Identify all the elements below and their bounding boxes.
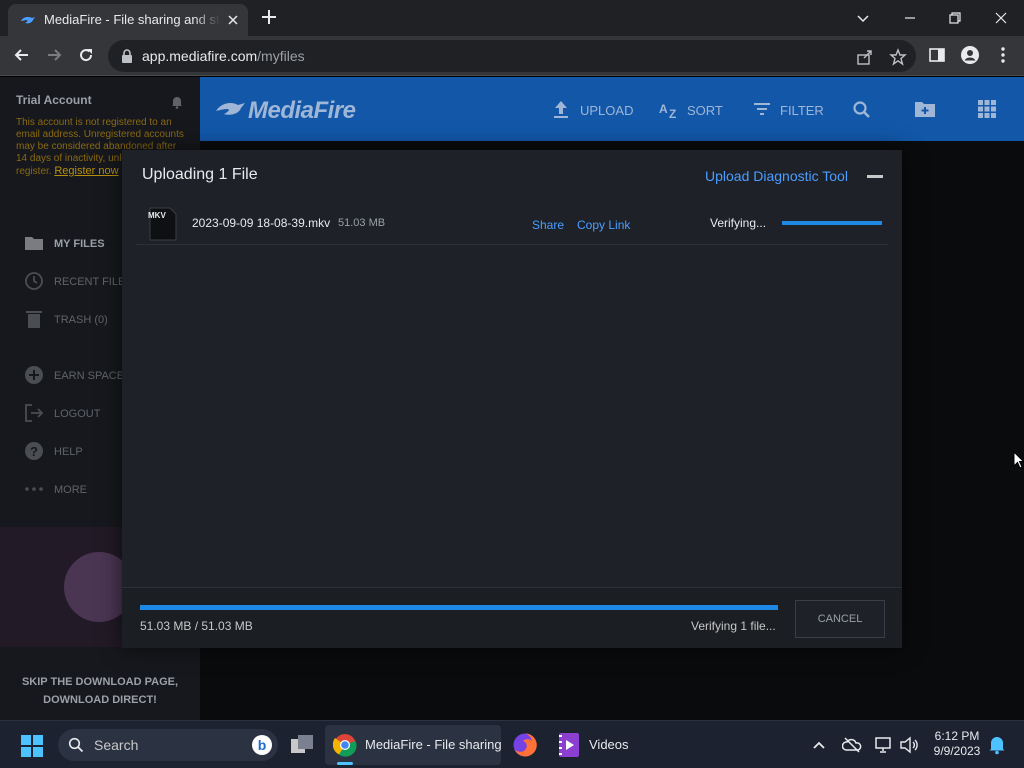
total-progress-bar bbox=[140, 605, 778, 610]
forward-arrow-icon[interactable] bbox=[44, 45, 64, 65]
transferred-size: 51.03 MB / 51.03 MB bbox=[140, 619, 253, 633]
total-progress-fill bbox=[140, 605, 778, 610]
search-icon bbox=[68, 737, 84, 753]
svg-text:?: ? bbox=[30, 444, 38, 459]
taskbar-app-videos[interactable]: Videos bbox=[550, 725, 650, 765]
tab-title: MediaFire - File sharing and storage bbox=[44, 12, 220, 27]
sort-button[interactable]: AZ SORT bbox=[659, 99, 725, 121]
url-text: app.mediafire.com/myfiles bbox=[142, 48, 305, 64]
windows-taskbar: Search b MediaFire - File sharing Videos… bbox=[0, 720, 1024, 768]
clock-icon bbox=[24, 271, 44, 291]
taskbar-app-chrome[interactable]: MediaFire - File sharing bbox=[325, 725, 502, 765]
bell-icon[interactable] bbox=[170, 95, 184, 109]
mediafire-logo[interactable]: MediaFire bbox=[248, 97, 356, 125]
filter-button[interactable]: FILTER bbox=[752, 99, 824, 121]
grid-view-icon[interactable] bbox=[978, 100, 996, 118]
account-title: Trial Account bbox=[16, 93, 92, 107]
file-progress-bar bbox=[782, 221, 882, 225]
file-progress-fill bbox=[782, 221, 882, 225]
folder-icon bbox=[24, 233, 44, 253]
mkv-file-icon: MKV bbox=[146, 206, 180, 242]
address-bar[interactable]: app.mediafire.com/myfiles bbox=[108, 40, 916, 72]
browser-menu-icon[interactable] bbox=[993, 45, 1013, 65]
new-tab-icon[interactable] bbox=[260, 8, 278, 26]
svg-text:MKV: MKV bbox=[148, 211, 166, 220]
filter-icon bbox=[752, 99, 772, 119]
mediafire-favicon-icon bbox=[20, 12, 36, 28]
onedrive-offline-icon[interactable] bbox=[842, 735, 862, 755]
upload-dialog-title: Uploading 1 File bbox=[142, 166, 258, 183]
close-window-icon[interactable] bbox=[989, 6, 1013, 30]
upload-button[interactable]: UPLOAD bbox=[552, 99, 633, 121]
task-view-icon[interactable] bbox=[289, 733, 315, 757]
plus-circle-icon bbox=[24, 365, 44, 385]
upload-dialog: Uploading 1 File Upload Diagnostic Tool … bbox=[122, 150, 902, 648]
system-clock[interactable]: 6:12 PM 9/9/2023 bbox=[930, 729, 984, 759]
windows-start-icon[interactable] bbox=[20, 734, 44, 758]
browser-toolbar: app.mediafire.com/myfiles bbox=[0, 36, 1024, 76]
mediafire-header: MediaFire UPLOAD AZ SORT FILTER bbox=[200, 77, 1024, 141]
search-icon[interactable] bbox=[852, 100, 872, 120]
more-icon bbox=[24, 479, 44, 499]
new-folder-icon[interactable] bbox=[914, 99, 936, 119]
active-app-indicator bbox=[337, 762, 353, 765]
mediafire-logo-icon bbox=[216, 97, 246, 119]
minimize-window-icon[interactable] bbox=[898, 6, 922, 30]
minimize-dialog-button[interactable] bbox=[867, 175, 883, 178]
upload-file-row: MKV 2023-09-09 18-08-39.mkv 51.03 MB Sha… bbox=[136, 200, 888, 245]
mouse-cursor-icon bbox=[1013, 451, 1024, 469]
file-status: Verifying... bbox=[710, 216, 767, 230]
reload-icon[interactable] bbox=[76, 45, 96, 65]
side-panel-icon[interactable] bbox=[928, 46, 946, 64]
copy-link[interactable]: Copy Link bbox=[577, 218, 630, 232]
bing-icon[interactable]: b bbox=[251, 734, 273, 756]
svg-text:A: A bbox=[659, 102, 668, 116]
back-arrow-icon[interactable] bbox=[12, 45, 32, 65]
network-icon[interactable] bbox=[874, 735, 894, 755]
register-link[interactable]: Register now bbox=[54, 165, 118, 177]
share-page-icon[interactable] bbox=[856, 48, 874, 66]
trash-icon bbox=[24, 309, 44, 329]
notification-bell-icon[interactable] bbox=[988, 735, 1006, 755]
chrome-icon bbox=[333, 733, 357, 757]
upload-dialog-footer: 51.03 MB / 51.03 MB Verifying 1 file... … bbox=[122, 587, 902, 648]
upload-icon bbox=[552, 99, 570, 119]
clock-date: 9/9/2023 bbox=[933, 744, 981, 758]
help-icon: ? bbox=[24, 441, 44, 461]
clock-time: 6:12 PM bbox=[934, 729, 980, 743]
share-link[interactable]: Share bbox=[532, 218, 564, 232]
close-tab-icon[interactable] bbox=[226, 13, 240, 27]
tab-search-chevron-icon[interactable] bbox=[851, 6, 875, 30]
profile-avatar-icon[interactable] bbox=[960, 45, 980, 65]
upload-diagnostic-tool-link[interactable]: Upload Diagnostic Tool bbox=[705, 168, 848, 184]
cancel-button[interactable]: CANCEL bbox=[795, 600, 885, 638]
file-name: 2023-09-09 18-08-39.mkv bbox=[192, 216, 331, 230]
browser-tab-bar: MediaFire - File sharing and storage bbox=[0, 0, 1024, 36]
verifying-status: Verifying 1 file... bbox=[691, 619, 776, 633]
videos-icon bbox=[558, 732, 580, 758]
skip-download-promo-text: SKIP THE DOWNLOAD PAGE, DOWNLOAD DIRECT! bbox=[21, 676, 179, 706]
taskbar-search-box[interactable]: Search b bbox=[58, 729, 278, 761]
bookmark-star-icon[interactable] bbox=[889, 48, 907, 66]
browser-tab[interactable]: MediaFire - File sharing and storage bbox=[8, 4, 248, 36]
mediafire-page: Trial Account This account is not regist… bbox=[0, 77, 1024, 720]
chevron-up-icon[interactable] bbox=[810, 736, 828, 754]
logout-icon bbox=[24, 403, 44, 423]
restore-window-icon[interactable] bbox=[943, 6, 967, 30]
svg-text:b: b bbox=[258, 737, 267, 753]
sort-az-icon: AZ bbox=[659, 99, 681, 119]
lock-icon[interactable] bbox=[120, 48, 134, 64]
volume-icon[interactable] bbox=[899, 735, 919, 755]
firefox-icon[interactable] bbox=[512, 732, 538, 758]
svg-text:Z: Z bbox=[669, 107, 676, 119]
file-size: 51.03 MB bbox=[338, 217, 386, 229]
